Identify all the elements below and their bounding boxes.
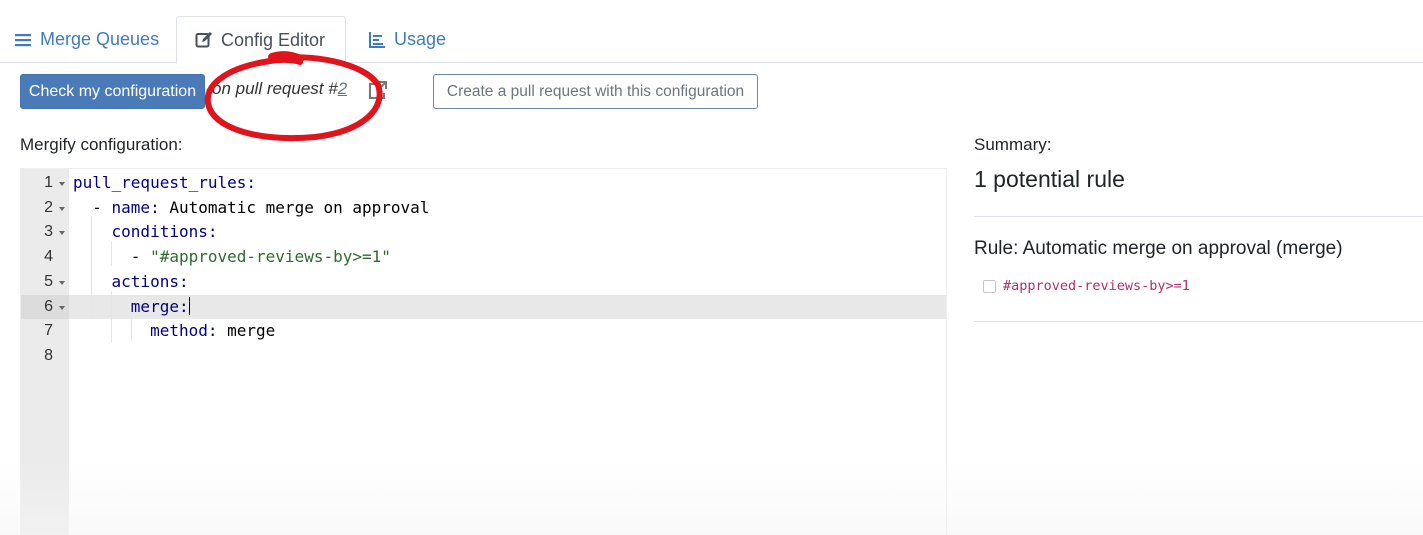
indent-guide [91, 216, 92, 316]
chart-icon [368, 31, 386, 49]
pull-request-reference: on pull request #2 [212, 79, 347, 99]
create-pull-request-button[interactable]: Create a pull request with this configur… [433, 74, 758, 109]
fold-arrow-icon[interactable] [59, 182, 65, 186]
code-line[interactable]: 5 actions: [21, 270, 946, 295]
line-number: 2 [44, 198, 53, 216]
code-token: - [73, 197, 112, 217]
code-text: - name: Automatic merge on approval [73, 196, 429, 221]
code-token: "#approved-reviews-by>=1" [150, 247, 391, 267]
condition-item: #approved-reviews-by>=1 [983, 278, 1190, 294]
check-configuration-button[interactable]: Check my configuration [20, 74, 205, 109]
code-line[interactable]: 3 conditions: [21, 220, 946, 245]
code-token: merge [217, 321, 276, 341]
edit-icon [195, 31, 213, 49]
tab-merge-queues[interactable]: Merge Queues [0, 16, 177, 63]
configuration-label: Mergify configuration: [20, 135, 183, 154]
tab-label: Usage [394, 29, 447, 49]
fold-arrow-icon[interactable] [59, 305, 65, 310]
code-token: actions: [111, 271, 189, 291]
tab-config-editor[interactable]: Config Editor [176, 16, 346, 64]
tab-bar: Merge Queues Config Editor Usage [0, 0, 1423, 64]
indent-guide [111, 241, 112, 266]
line-number: 8 [44, 346, 53, 364]
condition-text: #approved-reviews-by>=1 [1003, 278, 1190, 294]
external-link-icon[interactable] [368, 80, 388, 100]
code-token: pull_request_rules: [73, 173, 257, 192]
line-number-cell: 4 [21, 245, 69, 270]
fold-arrow-icon[interactable] [59, 280, 65, 285]
line-number: 4 [44, 248, 53, 266]
tab-usage[interactable]: Usage [350, 16, 464, 63]
code-token: conditions: [111, 222, 218, 242]
indent-guide [131, 316, 132, 341]
line-number-cell: 8 [21, 344, 69, 369]
rule-title: Rule: Automatic merge on approval (merge… [974, 238, 1343, 259]
yaml-editor[interactable]: 1 pull_request_rules: 2 - name: Automatic … [20, 168, 947, 535]
line-number: 6 [44, 297, 53, 315]
line-number-cell: 2 [21, 196, 69, 221]
code-line[interactable]: 4 - "#approved-reviews-by>=1" [21, 245, 946, 270]
condition-checkbox[interactable] [983, 279, 996, 293]
line-number: 7 [44, 322, 53, 340]
code-line[interactable]: 1 pull_request_rules: [21, 171, 946, 196]
text-cursor [188, 296, 190, 315]
tab-label: Config Editor [221, 29, 326, 50]
divider [974, 321, 1423, 322]
code-line[interactable]: 8 [21, 344, 946, 369]
summary-label: Summary: [974, 135, 1052, 154]
code-line[interactable]: 2 - name: Automatic merge on approval [21, 196, 946, 221]
summary-title: 1 potential rule [974, 166, 1125, 192]
line-number-cell: 7 [21, 319, 69, 344]
line-number: 3 [44, 223, 53, 241]
pull-request-number-link[interactable]: 2 [338, 79, 347, 98]
line-number-cell: 1 [21, 171, 69, 196]
tab-label: Merge Queues [40, 29, 160, 49]
line-number: 5 [44, 272, 53, 290]
code-token: name: [111, 197, 160, 217]
pull-request-prefix: on pull request # [212, 79, 338, 98]
code-text: pull_request_rules: [73, 171, 256, 196]
divider [974, 216, 1423, 217]
code-token: merge: [130, 296, 189, 316]
code-token: method: [150, 321, 218, 341]
indent-guide [111, 291, 112, 343]
code-text: conditions: [73, 220, 218, 245]
line-number-cell: 6 [21, 294, 69, 320]
code-token: Automatic merge on approval [159, 197, 430, 217]
code-line[interactable]: 7 method: merge [21, 319, 946, 344]
code-line[interactable]: 6 merge: [21, 294, 946, 320]
line-number-cell: 5 [21, 270, 69, 295]
code-text: method: merge [73, 319, 275, 344]
list-icon [14, 32, 32, 48]
line-number-cell: 3 [21, 220, 69, 245]
fold-arrow-icon[interactable] [59, 206, 65, 211]
code-text: - "#approved-reviews-by>=1" [73, 245, 391, 270]
fold-arrow-icon[interactable] [59, 231, 65, 236]
line-number: 1 [44, 174, 53, 191]
